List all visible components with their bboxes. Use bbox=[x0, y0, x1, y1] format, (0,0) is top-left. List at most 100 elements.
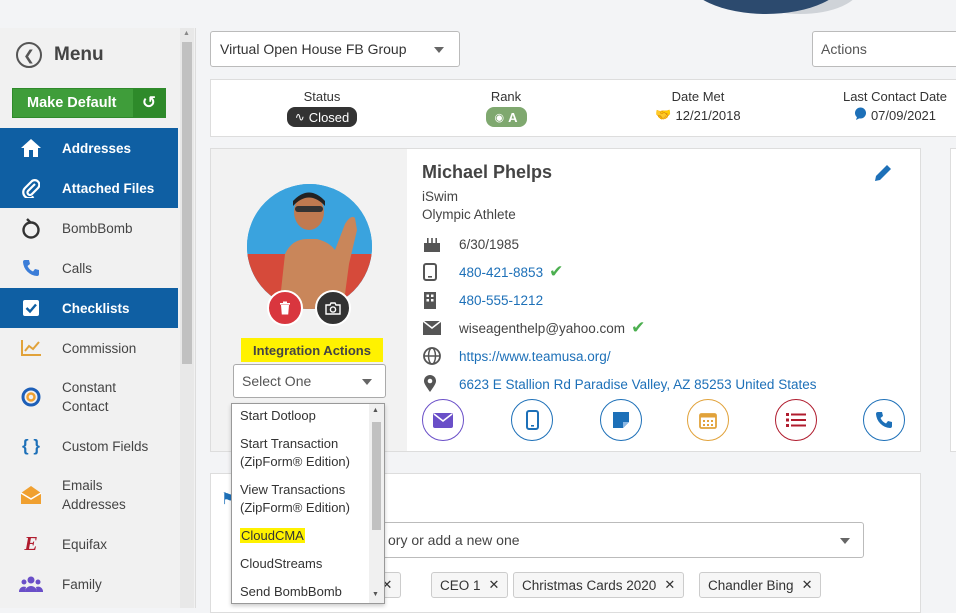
dropdown-option-label: CloudCMA bbox=[240, 528, 305, 543]
add-appointment-button[interactable] bbox=[687, 399, 729, 441]
remove-tag-icon[interactable]: ✕ bbox=[489, 577, 500, 593]
sidebar-item-label: Calls bbox=[62, 260, 93, 276]
dropdown-option[interactable]: Start Transaction (ZipForm® Edition) bbox=[232, 432, 370, 474]
sidebar-item-attached-files[interactable]: Attached Files bbox=[0, 168, 178, 208]
change-photo-button[interactable] bbox=[315, 290, 351, 326]
status-badge[interactable]: ∿ Closed bbox=[286, 107, 358, 127]
address-link[interactable]: 6623 E Stallion Rd Paradise Valley, AZ 8… bbox=[459, 377, 816, 392]
sidebar-item-label: Family bbox=[62, 576, 102, 592]
sidebar-item-bombbomb[interactable]: BombBomb bbox=[0, 208, 178, 248]
home-icon bbox=[0, 138, 62, 158]
dropdown-option[interactable]: Start Dotloop bbox=[232, 404, 370, 428]
sidebar-item-custom-fields[interactable]: { } Custom Fields bbox=[0, 426, 178, 466]
sidebar-item-calls[interactable]: Calls bbox=[0, 248, 178, 288]
scroll-up-icon[interactable]: ▲ bbox=[372, 407, 379, 414]
add-note-button[interactable] bbox=[600, 399, 642, 441]
last-contact-value: 07/09/2021 bbox=[870, 107, 937, 123]
dropdown-option-cloudcma[interactable]: CloudCMA bbox=[232, 524, 370, 548]
sidebar-item-constant-contact[interactable]: Constant Contact bbox=[0, 368, 178, 426]
dropdown-option[interactable]: View Transactions (ZipForm® Edition) bbox=[232, 478, 370, 520]
verified-check-icon: ✔ bbox=[631, 318, 646, 337]
scroll-down-icon[interactable]: ▼ bbox=[372, 591, 379, 598]
back-arrow-icon[interactable]: ❮ bbox=[16, 42, 42, 68]
group-select[interactable]: Virtual Open House FB Group bbox=[210, 31, 460, 67]
people-icon bbox=[0, 575, 62, 593]
birthday-value: 6/30/1985 bbox=[459, 236, 520, 252]
scrollbar-thumb[interactable] bbox=[182, 42, 192, 364]
category-tag-label: CEO 1 bbox=[440, 577, 481, 593]
text-message-button[interactable] bbox=[511, 399, 553, 441]
birthday-row: 6/30/1985 bbox=[423, 233, 519, 255]
mobile-icon bbox=[423, 263, 459, 281]
email-value[interactable]: wiseagenthelp@yahoo.com bbox=[459, 321, 625, 336]
reset-icon[interactable]: ↺ bbox=[133, 89, 165, 117]
sidebar-item-checklists[interactable]: Checklists bbox=[0, 288, 178, 328]
equifax-icon: E bbox=[24, 532, 38, 555]
verified-check-icon: ✔ bbox=[549, 262, 564, 281]
dropdown-option[interactable]: Send BombBomb bbox=[232, 580, 370, 603]
group-select-value: Virtual Open House FB Group bbox=[220, 41, 407, 57]
calendar-icon bbox=[699, 413, 717, 429]
dropdown-option[interactable]: CloudStreams bbox=[232, 552, 370, 576]
chevron-down-icon bbox=[840, 538, 850, 544]
scroll-up-icon[interactable]: ▲ bbox=[183, 30, 190, 37]
sidebar-scrollbar[interactable]: ▲ bbox=[180, 28, 194, 608]
office-phone-link[interactable]: 480-555-1212 bbox=[459, 293, 543, 308]
send-email-button[interactable] bbox=[422, 399, 464, 441]
website-link[interactable]: https://www.teamusa.org/ bbox=[459, 349, 611, 364]
rank-badge[interactable]: ◉ A bbox=[485, 107, 527, 127]
sidebar-item-label: Attached Files bbox=[62, 180, 155, 196]
address-row: 6623 E Stallion Rd Paradise Valley, AZ 8… bbox=[423, 373, 816, 395]
sidebar-item-label: Equifax bbox=[62, 536, 108, 552]
sidebar-item-commission[interactable]: Commission bbox=[0, 328, 178, 368]
add-task-button[interactable] bbox=[775, 399, 817, 441]
dropdown-scrollbar[interactable]: ▲ ▼ bbox=[369, 404, 384, 603]
menu-header: ❮ Menu bbox=[16, 42, 104, 68]
edit-pencil-icon[interactable] bbox=[873, 163, 893, 188]
status-field: Status ∿ Closed bbox=[283, 89, 361, 127]
list-icon bbox=[786, 413, 806, 427]
globe-icon bbox=[423, 347, 459, 365]
status-value: Closed bbox=[308, 109, 350, 125]
mobile-phone-link[interactable]: 480-421-8853 bbox=[459, 265, 543, 280]
chart-icon bbox=[0, 339, 62, 357]
sidebar-item-equifax[interactable]: E Equifax bbox=[0, 524, 178, 564]
sidebar-nav: Addresses Attached Files BombBomb Calls … bbox=[0, 128, 178, 604]
make-default-button[interactable]: Make Default ↺ bbox=[12, 88, 166, 118]
remove-tag-icon[interactable]: ✕ bbox=[802, 577, 813, 593]
actions-select-value: Actions bbox=[821, 41, 867, 57]
sidebar-item-label: Addresses bbox=[62, 140, 132, 156]
checkbox-icon bbox=[0, 299, 62, 317]
date-met-value: 12/21/2018 bbox=[675, 107, 741, 123]
last-contact-value-wrap: 07/09/2021 bbox=[854, 107, 936, 123]
sidebar-item-label: Constant Contact bbox=[62, 380, 117, 414]
actions-select[interactable]: Actions bbox=[812, 31, 956, 67]
category-tag: Chandler Bing ✕ bbox=[699, 572, 822, 598]
sidebar-item-emails-addresses[interactable]: Emails Addresses bbox=[0, 466, 178, 524]
menu-title: Menu bbox=[54, 44, 104, 65]
status-label: Status bbox=[303, 89, 341, 104]
contact-title: Olympic Athlete bbox=[422, 207, 516, 222]
sidebar-item-family[interactable]: Family bbox=[0, 564, 178, 604]
office-row: 480-555-1212 bbox=[423, 289, 543, 311]
map-pin-icon bbox=[423, 375, 459, 393]
log-call-button[interactable] bbox=[863, 399, 905, 441]
status-bar: Status ∿ Closed Rank ◉ A Date Met 🤝 12/2… bbox=[210, 79, 956, 137]
remove-tag-icon[interactable]: ✕ bbox=[664, 577, 675, 593]
integration-select-value: Select One bbox=[242, 373, 312, 389]
category-tag: CEO 1 ✕ bbox=[431, 572, 509, 598]
delete-photo-button[interactable] bbox=[267, 290, 303, 326]
category-select[interactable]: ory or add a new one bbox=[379, 522, 864, 558]
contact-company: iSwim bbox=[422, 189, 458, 204]
sidebar-item-label: BombBomb bbox=[62, 220, 133, 236]
integration-actions-select[interactable]: Select One bbox=[233, 364, 386, 398]
chevron-down-icon bbox=[434, 47, 444, 53]
scrollbar-thumb[interactable] bbox=[372, 422, 381, 530]
sidebar-item-label: Emails Addresses bbox=[62, 478, 126, 512]
last-contact-label: Last Contact Date bbox=[842, 89, 948, 104]
camera-icon bbox=[325, 301, 341, 315]
integration-actions-label: Integration Actions bbox=[241, 338, 383, 362]
email-row: wiseagenthelp@yahoo.com ✔ bbox=[423, 317, 645, 339]
email-icon bbox=[423, 321, 459, 335]
sidebar-item-addresses[interactable]: Addresses bbox=[0, 128, 178, 168]
